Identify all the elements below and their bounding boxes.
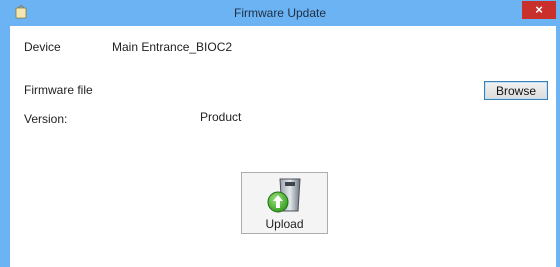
upload-button[interactable]: Upload <box>241 172 328 234</box>
firmware-update-window: Firmware Update × Device Main Entrance_B… <box>0 0 560 267</box>
upload-icon <box>267 178 301 213</box>
version-label: Version: <box>24 112 68 126</box>
firmware-file-label: Firmware file <box>24 83 93 97</box>
browse-button[interactable]: Browse <box>484 81 548 100</box>
title-bar[interactable]: Firmware Update × <box>0 0 560 26</box>
window-title: Firmware Update <box>233 6 327 20</box>
close-button[interactable]: × <box>522 1 556 19</box>
window-border-right <box>556 26 560 267</box>
upload-label: Upload <box>265 217 304 231</box>
device-label: Device <box>24 40 61 54</box>
device-value: Main Entrance_BIOC2 <box>112 40 233 54</box>
version-value: Product <box>200 110 242 124</box>
window-border-left <box>0 26 10 267</box>
